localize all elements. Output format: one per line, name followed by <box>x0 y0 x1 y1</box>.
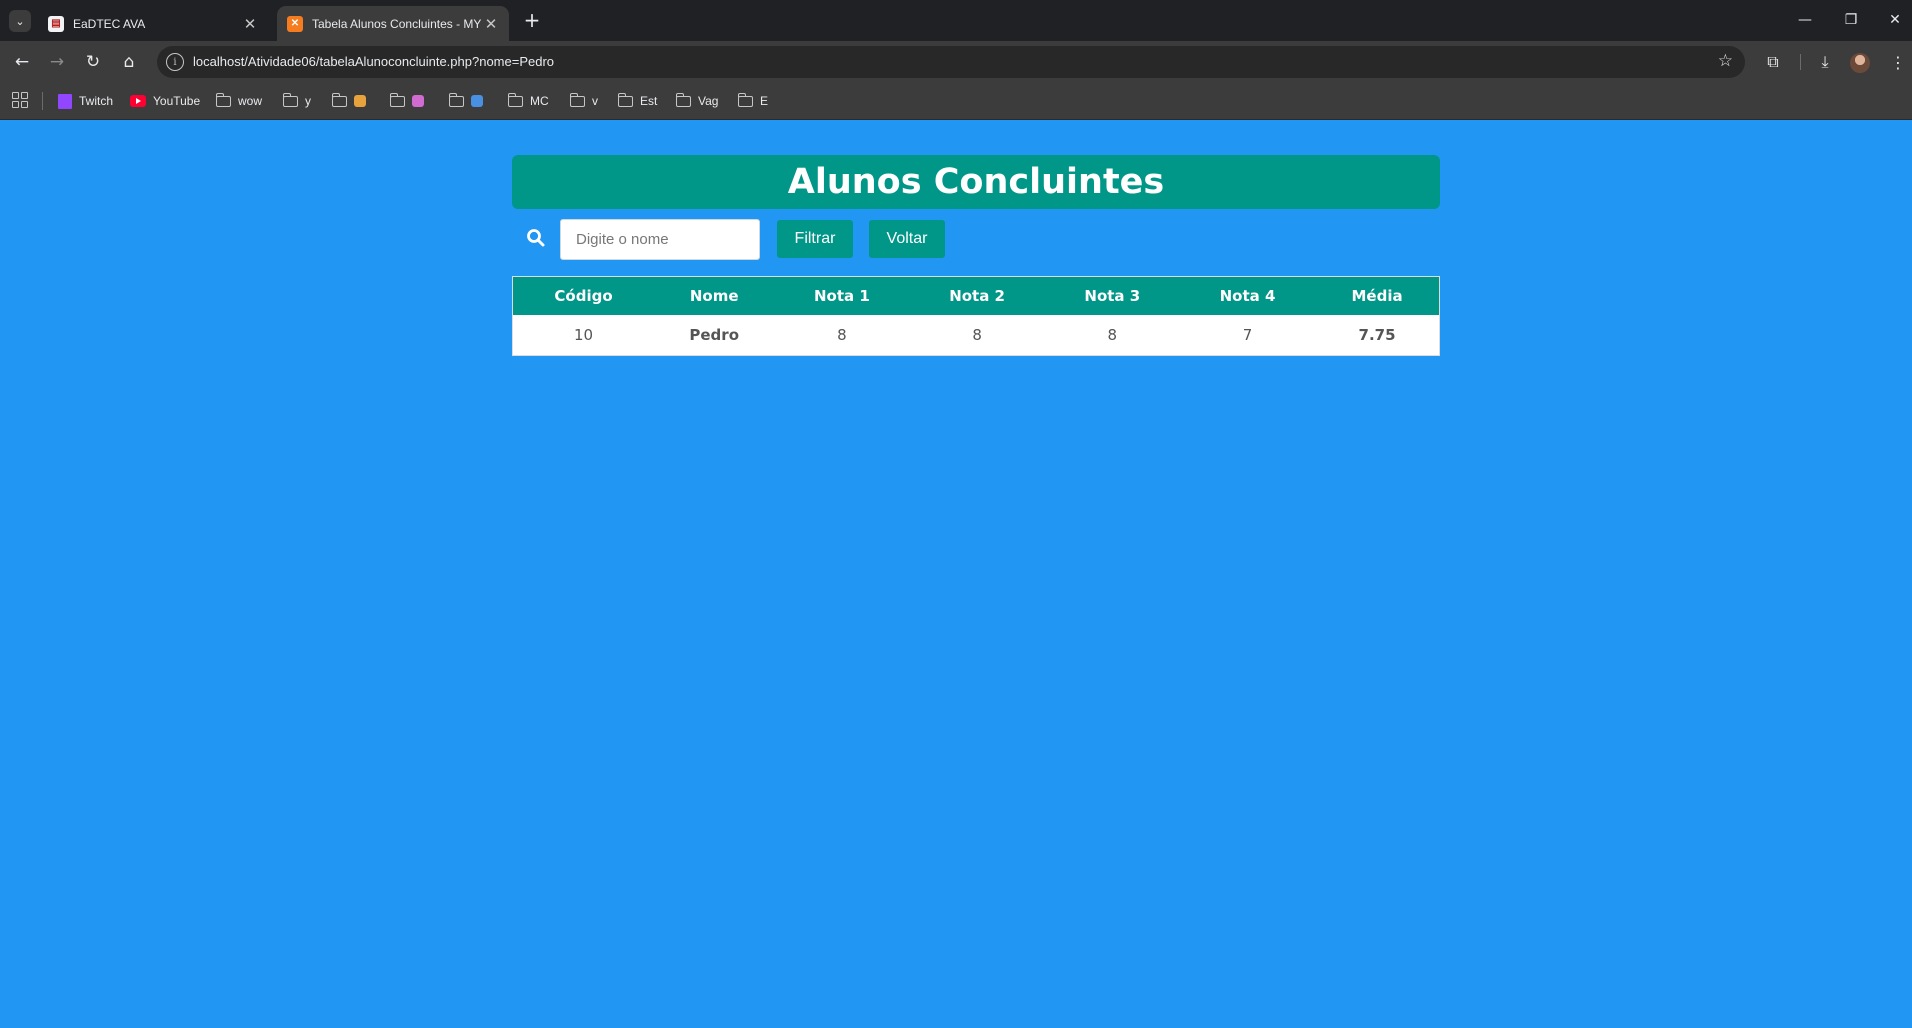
tab-close-icon[interactable]: ✕ <box>483 15 499 33</box>
header-nota-4: Nota 4 <box>1179 277 1316 315</box>
folder-icon <box>389 92 405 107</box>
folder-icon <box>215 92 231 107</box>
bookmark-label: Twitch <box>79 94 114 108</box>
header-nota-3: Nota 3 <box>1044 277 1180 315</box>
bookmark-youtube[interactable]: YouTube <box>130 91 200 111</box>
toolbar-separator <box>1800 54 1801 70</box>
cell-nota-2: 8 <box>909 315 1045 355</box>
bookmark-label: Vag <box>698 94 719 108</box>
folder-icon <box>331 92 347 107</box>
profile-avatar[interactable] <box>1850 53 1870 73</box>
bookmark-folder-v[interactable]: v <box>569 91 598 111</box>
cell-codigo: 10 <box>513 315 655 355</box>
bookmark-folder-y[interactable]: y <box>282 91 311 111</box>
back-arrow-icon[interactable]: ← <box>9 49 35 75</box>
cell-nota-4: 7 <box>1179 315 1316 355</box>
bookmark-folder-vag[interactable]: Vag <box>675 91 719 111</box>
reload-icon[interactable]: ↻ <box>80 49 106 75</box>
forward-arrow-icon[interactable]: → <box>44 49 70 75</box>
search-form: Filtrar Voltar <box>512 219 1440 261</box>
cell-media: 7.75 <box>1315 315 1439 355</box>
minimize-icon[interactable]: — <box>1790 8 1820 32</box>
folder-icon <box>617 92 633 107</box>
table-row: 10 Pedro 8 8 8 7 7.75 <box>513 315 1439 355</box>
xampp-favicon-icon: ✕ <box>287 15 303 32</box>
menu-kebab-icon[interactable]: ⋮ <box>1885 49 1911 75</box>
bookmark-label: E <box>760 94 769 108</box>
bookmark-favicon-icon <box>471 95 483 107</box>
tab-eadtec[interactable]: ▤ EaDTEC AVA ✕ <box>38 6 268 41</box>
folder-icon <box>737 92 753 107</box>
home-icon[interactable]: ⌂ <box>116 49 142 75</box>
bookmark-folder-e[interactable]: E <box>737 91 769 111</box>
bookmark-favicon-icon <box>354 95 366 107</box>
tab-title: Tabela Alunos Concluintes - MY <box>312 16 482 31</box>
bookmark-folder-wow[interactable]: wow <box>215 91 263 111</box>
header-nota-1: Nota 1 <box>774 277 910 315</box>
bookmark-label: wow <box>238 94 263 108</box>
table-header-row: Código Nome Nota 1 Nota 2 Nota 3 Nota 4 … <box>513 277 1439 315</box>
bookmark-folder-icon-only-1[interactable] <box>331 91 366 111</box>
bookmark-folder-est[interactable]: Est <box>617 91 658 111</box>
folder-icon <box>448 92 464 107</box>
cell-nota-3: 8 <box>1044 315 1180 355</box>
youtube-icon <box>130 95 146 107</box>
twitch-icon <box>58 93 72 109</box>
header-codigo: Código <box>513 277 655 315</box>
back-button[interactable]: Voltar <box>869 220 945 258</box>
bookmarks-separator <box>42 92 43 110</box>
apps-grid-icon[interactable] <box>12 92 28 108</box>
bookmark-folder-mc[interactable]: MC <box>507 91 549 111</box>
header-nota-2: Nota 2 <box>909 277 1045 315</box>
bookmark-label: v <box>592 94 598 108</box>
browser-toolbar: ← → ↻ ⌂ i localhost/Atividade06/tabelaAl… <box>0 41 1912 81</box>
bookmark-favicon-icon <box>412 95 424 107</box>
page-title: Alunos Concluintes <box>512 155 1440 209</box>
download-icon[interactable]: ⤓ <box>1812 49 1838 75</box>
folder-icon <box>675 92 691 107</box>
students-table: Código Nome Nota 1 Nota 2 Nota 3 Nota 4 … <box>512 276 1440 356</box>
tab-tabela-alunos[interactable]: ✕ Tabela Alunos Concluintes - MY ✕ <box>277 6 509 41</box>
tab-search-chevron-icon[interactable]: ⌄ <box>9 10 31 32</box>
site-info-icon[interactable]: i <box>166 53 184 71</box>
folder-icon <box>282 92 298 107</box>
folder-icon <box>507 92 523 107</box>
address-bar[interactable]: i localhost/Atividade06/tabelaAlunoconcl… <box>157 46 1745 78</box>
bookmark-folder-icon-only-3[interactable] <box>448 91 483 111</box>
ava-favicon-icon: ▤ <box>48 15 64 32</box>
bookmark-twitch[interactable]: Twitch <box>58 91 113 111</box>
new-tab-plus-icon[interactable]: + <box>520 8 544 32</box>
tab-title: EaDTEC AVA <box>73 16 146 31</box>
window-close-icon[interactable]: ✕ <box>1880 8 1910 32</box>
cell-nota-1: 8 <box>774 315 910 355</box>
extensions-icon[interactable]: ⧉ <box>1760 49 1786 75</box>
bookmark-label: MC <box>530 94 549 108</box>
header-media: Média <box>1315 277 1439 315</box>
bookmark-label: YouTube <box>153 94 201 108</box>
restore-icon[interactable]: ❐ <box>1836 8 1866 32</box>
tab-strip: ⌄ ▤ EaDTEC AVA ✕ ✕ Tabela Alunos Conclui… <box>0 0 1912 41</box>
filter-button[interactable]: Filtrar <box>777 220 853 258</box>
bookmark-label: Est <box>640 94 658 108</box>
bookmark-folder-icon-only-2[interactable] <box>389 91 424 111</box>
search-icon <box>527 229 545 247</box>
search-input[interactable] <box>560 219 760 260</box>
bookmark-star-icon[interactable]: ☆ <box>1718 51 1733 71</box>
header-nome: Nome <box>654 277 775 315</box>
main-container: Alunos Concluintes Filtrar Voltar Código… <box>512 155 1440 356</box>
cell-nome: Pedro <box>654 315 775 355</box>
bookmarks-bar: Twitch YouTube wow y MC v Est Vag E <box>0 81 1912 120</box>
tab-close-icon[interactable]: ✕ <box>242 15 258 33</box>
address-url[interactable]: localhost/Atividade06/tabelaAlunoconclui… <box>193 54 554 69</box>
bookmark-label: y <box>305 94 311 108</box>
folder-icon <box>569 92 585 107</box>
